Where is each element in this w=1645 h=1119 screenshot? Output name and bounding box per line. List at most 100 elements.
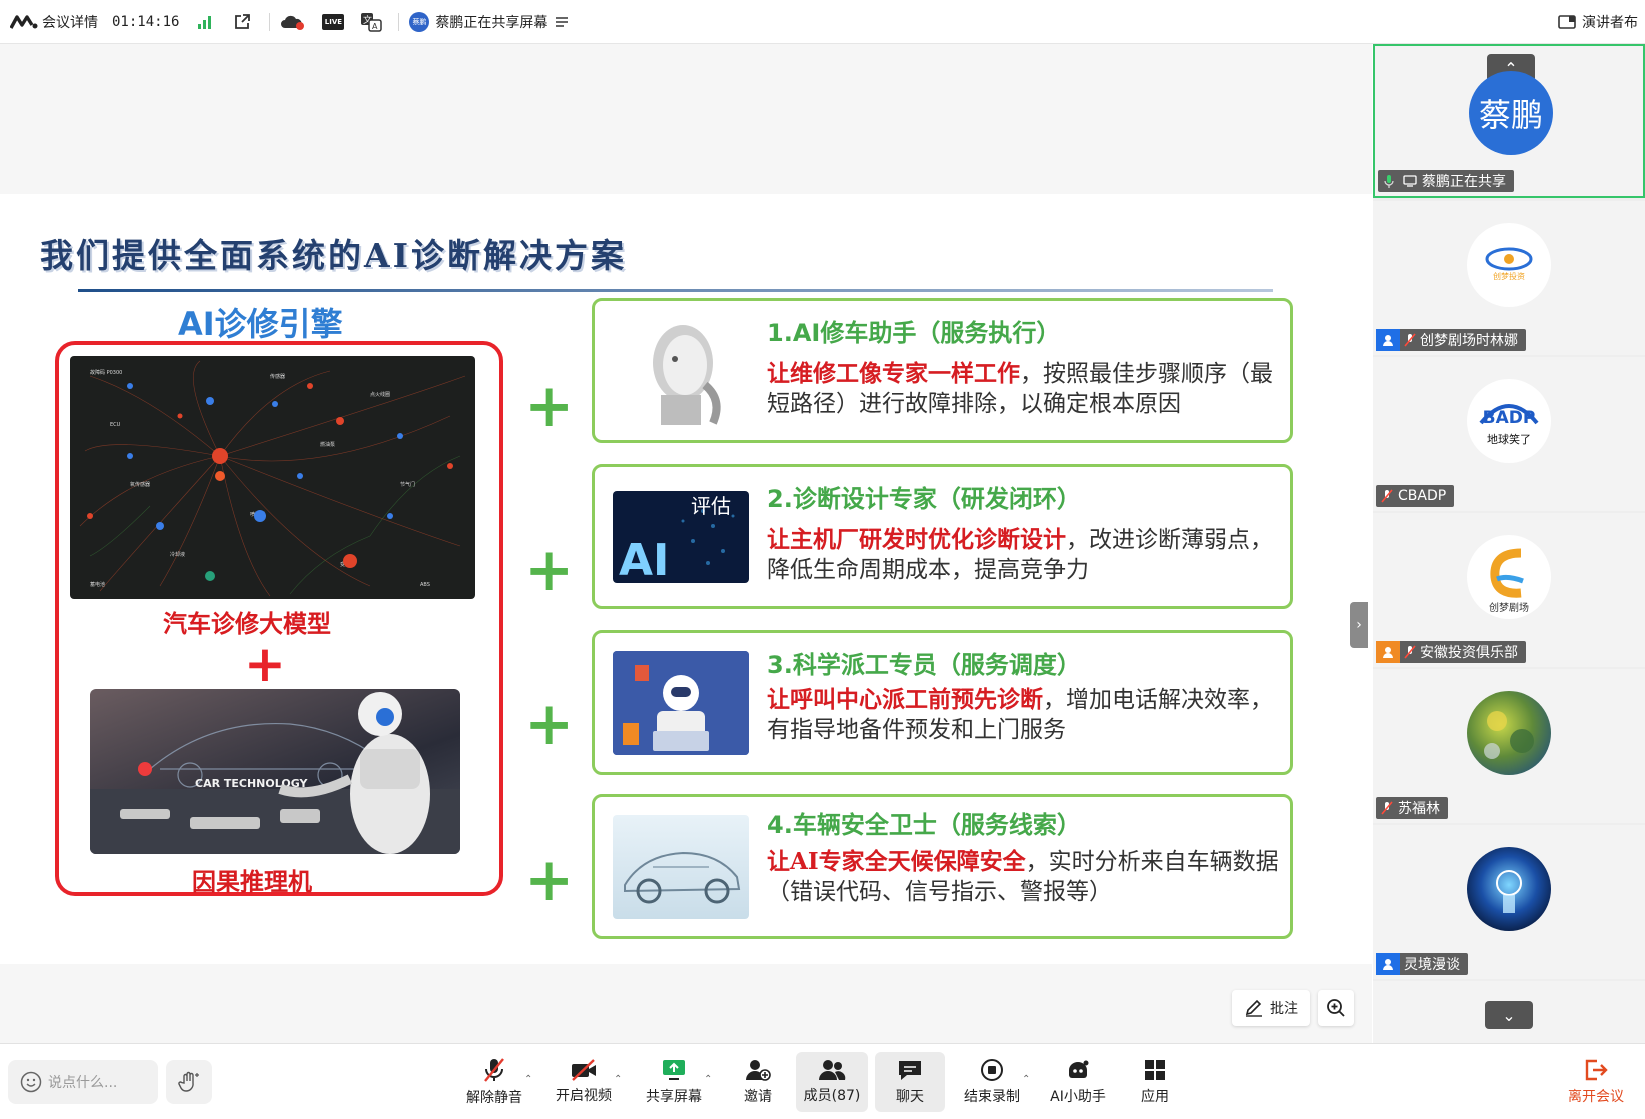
participant-name: 安徽投资俱乐部 (1420, 645, 1518, 661)
participant-tile[interactable]: 苏福林 (1373, 669, 1645, 823)
chat-input[interactable]: 说点什么... (8, 1060, 158, 1104)
participant-tile[interactable]: 灵境漫谈 (1373, 825, 1645, 979)
caret-up-icon[interactable]: ⌃ (1022, 1074, 1030, 1085)
slide-title: 我们提供全面系统的AI诊断解决方案 (40, 236, 628, 275)
svg-text:燃油泵: 燃油泵 (320, 441, 335, 448)
card-1-description: 让维修工像专家一样工作，按照最佳步骤顺序（最短路径）进行故障排除，以确定根本原因 (767, 359, 1282, 419)
participant-name-tag: 创梦剧场时林娜 (1376, 329, 1526, 351)
invite-icon (745, 1058, 771, 1082)
start-video-label: 开启视频 (556, 1088, 612, 1104)
caret-up-icon[interactable]: ⌃ (524, 1074, 532, 1085)
chat-button[interactable]: 聊天 (875, 1052, 945, 1112)
live-icon[interactable]: LIVE (322, 13, 345, 30)
participant-name: 苏福林 (1398, 801, 1440, 817)
participant-tile[interactable]: 创梦剧场 安徽投资俱乐部 (1373, 513, 1645, 667)
svg-text:传感器: 传感器 (270, 373, 285, 380)
invite-label: 邀请 (744, 1089, 772, 1105)
thumb-ai-text: AI (619, 535, 669, 583)
external-link-icon[interactable] (233, 13, 251, 31)
ai-robot-thinking-image (613, 315, 749, 427)
translate-icon[interactable]: 文A (360, 12, 383, 32)
meeting-details-button[interactable]: 会议详情 (10, 0, 98, 44)
collapse-participants-toggle[interactable]: › (1350, 602, 1368, 648)
car-technology-image: CAR TECHNOLOGY (90, 689, 460, 854)
svg-text:冷却液: 冷却液 (170, 551, 185, 558)
svg-text:故障码 P0300: 故障码 P0300 (90, 369, 122, 376)
card-1-highlight: 让维修工像专家一样工作 (767, 360, 1020, 387)
apps-icon (1143, 1058, 1167, 1082)
raise-hand-button[interactable] (166, 1060, 212, 1104)
scroll-down-button[interactable]: ⌄ (1485, 1001, 1533, 1029)
leave-meeting-label: 离开会议 (1568, 1089, 1624, 1105)
solution-card-3: 3.科学派工专员（服务调度） 让呼叫中心派工前预先诊断，增加电话解决效率，有指导… (592, 630, 1293, 775)
divider (398, 12, 400, 31)
card-2-title: 2.诊断设计专家（研发闭环） (767, 485, 1081, 513)
engine-label: AI诊修引擎 (178, 305, 343, 343)
sharing-status-indicator[interactable]: 蔡鹏 蔡鹏正在共享屏幕 (409, 0, 569, 44)
members-button[interactable]: 成员(87) (796, 1052, 868, 1112)
ai-assistant-button[interactable]: AI小助手 (1046, 1052, 1110, 1112)
participant-name-tag: 安徽投资俱乐部 (1376, 641, 1526, 663)
participant-tile[interactable]: ⌄ (1373, 981, 1645, 1043)
avatar: 创梦投资 (1467, 223, 1551, 307)
title-underline (78, 289, 1273, 292)
model-label: 汽车诊修大模型 (163, 610, 331, 638)
stop-recording-label: 结束录制 (964, 1089, 1020, 1105)
zoom-button[interactable] (1318, 990, 1354, 1026)
chevron-right-icon: › (1356, 617, 1362, 633)
participant-tile[interactable]: BADP 地球笑了 CBADP (1373, 357, 1645, 511)
ai-assistant-label: AI小助手 (1050, 1089, 1106, 1105)
card-2-highlight: 让主机厂研发时优化诊断设计 (767, 526, 1066, 553)
signal-icon[interactable] (197, 14, 213, 30)
apps-button[interactable]: 应用 (1132, 1052, 1178, 1112)
presenter-view-button[interactable]: 演讲者布 (1558, 0, 1638, 44)
video-off-icon (570, 1059, 598, 1081)
card-4-highlight: 让AI专家全天候保障安全 (767, 848, 1026, 875)
logo-text: BADP (1483, 408, 1536, 428)
caret-up-icon[interactable]: ⌃ (614, 1074, 622, 1085)
card-1-title: 1.AI修车助手（服务执行） (767, 319, 1061, 347)
members-label: 成员(87) (803, 1088, 861, 1104)
menu-lines-icon[interactable] (555, 16, 569, 28)
share-screen-label: 共享屏幕 (646, 1089, 702, 1105)
participant-tile[interactable]: 创梦投资 创梦剧场时林娜 (1373, 201, 1645, 355)
ai-assistant-icon (1065, 1058, 1091, 1082)
svg-text:点火线圈: 点火线圈 (370, 391, 390, 398)
bottom-toolbar: 说点什么... 解除静音 ⌃ 开启视频 ⌃ 共享屏幕 ⌃ 邀请 成员(87) 聊… (0, 1043, 1645, 1119)
presenter-view-label: 演讲者布 (1582, 14, 1638, 31)
meeting-details-label: 会议详情 (42, 14, 98, 31)
sharer-avatar-icon: 蔡鹏 (409, 11, 430, 32)
participant-name: CBADP (1398, 488, 1447, 504)
unmute-button[interactable]: 解除静音 (462, 1052, 526, 1112)
solution-card-4: 4.车辆安全卫士（服务线索） 让AI专家全天候保障安全，实时分析来自车辆数据（错… (592, 794, 1293, 939)
emoji-icon (20, 1071, 42, 1093)
participant-list: ⌃ 蔡鹏 蔡鹏正在共享 创梦投资 创梦剧场时林娜 BADP 地球笑了 CBADP … (1373, 44, 1645, 1043)
participant-tile[interactable]: ⌃ 蔡鹏 蔡鹏正在共享 (1373, 44, 1645, 198)
share-screen-icon (661, 1058, 687, 1082)
card-4-description: 让AI专家全天候保障安全，实时分析来自车辆数据（错误代码、信号指示、警报等） (767, 847, 1282, 907)
apps-label: 应用 (1141, 1089, 1169, 1105)
annotate-button[interactable]: 批注 (1232, 990, 1310, 1026)
avatar: 创梦剧场 (1467, 535, 1551, 619)
caret-up-icon[interactable]: ⌃ (704, 1074, 712, 1085)
svg-text:节气门: 节气门 (400, 481, 415, 488)
share-screen-button[interactable]: 共享屏幕 (642, 1052, 706, 1112)
stop-recording-button[interactable]: 结束录制 (960, 1052, 1024, 1112)
card-2-description: 让主机厂研发时优化诊断设计，改进诊断薄弱点，降低生命周期成本，提高竞争力 (767, 525, 1282, 585)
participant-name-tag: 灵境漫谈 (1376, 953, 1468, 975)
top-bar: 会议详情 01:14:16 LIVE 文A 蔡鹏 蔡鹏正在共享屏幕 演讲者布 (0, 0, 1645, 44)
pen-icon (1244, 999, 1264, 1017)
start-video-button[interactable]: 开启视频 (552, 1052, 616, 1112)
leave-meeting-button[interactable]: 离开会议 (1560, 1052, 1632, 1112)
invite-button[interactable]: 邀请 (734, 1052, 782, 1112)
card-3-highlight: 让呼叫中心派工前预先诊断 (767, 686, 1043, 713)
user-icon (1376, 329, 1400, 351)
avatar: 蔡鹏 (1469, 71, 1553, 155)
sharing-status-text: 蔡鹏正在共享屏幕 (435, 14, 548, 31)
cloud-record-icon[interactable] (280, 13, 306, 31)
raise-hand-icon (177, 1070, 201, 1094)
svg-text:A: A (372, 22, 378, 31)
divider (269, 12, 271, 31)
green-plus-2: + (524, 535, 575, 605)
mic-muted-icon (1400, 645, 1420, 659)
